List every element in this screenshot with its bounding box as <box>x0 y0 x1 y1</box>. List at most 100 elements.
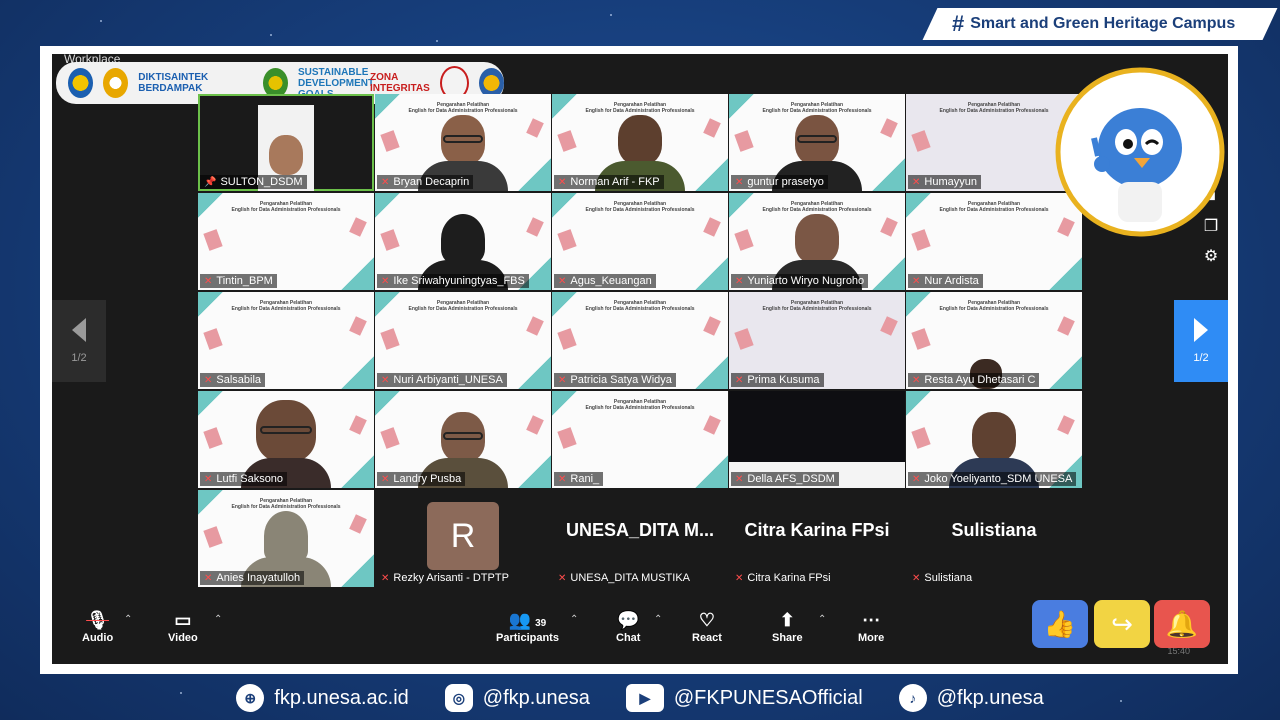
participant-tile-nuri[interactable]: Pengarahan Pelatihan English for Data Adm… <box>375 292 551 389</box>
slide-heading: Pengarahan Pelatihan English for Data Adm… <box>585 102 695 114</box>
participants-options-chevron-icon[interactable]: ⌃ <box>570 614 578 625</box>
participant-name: Rezky Arisanti - DTPTP <box>393 572 509 584</box>
pin-icon: 📌 <box>204 176 217 188</box>
mic-muted-icon: ✕ <box>735 572 744 584</box>
participants-count: 39 <box>535 618 547 629</box>
website-text: fkp.unesa.ac.id <box>274 686 409 709</box>
react-button[interactable]: ♡ React <box>692 608 722 644</box>
participant-tile-dita[interactable]: UNESA_DITA M... ✕ UNESA_DITA MUSTIKA <box>552 490 728 587</box>
page-indicator: 1/2 <box>1193 352 1209 364</box>
participant-name-label: ✕ Sulistiana <box>908 571 976 585</box>
share-options-chevron-icon[interactable]: ⌃ <box>818 614 826 625</box>
participant-tile-sulton[interactable]: 📌 SULTON_DSDM <box>198 94 374 191</box>
participant-name-label: ✕ Rezky Arisanti - DTPTP <box>377 571 513 585</box>
participant-display-name: UNESA_DITA M... <box>565 520 714 540</box>
slide-heading: Pengarahan Pelatihan English for Data Adm… <box>585 201 695 213</box>
participant-grid: 📌 SULTON_DSDM Pengarahan Pelatihan English… <box>198 94 1082 590</box>
instagram-icon: ◎ <box>444 684 473 712</box>
participant-tile-guntur[interactable]: Pengarahan Pelatihan English for Data Adm… <box>729 94 905 191</box>
participants-label: Participants <box>496 632 559 644</box>
participant-tile-della[interactable]: ✕ Della AFS_DSDM <box>729 391 905 488</box>
instagram-link[interactable]: ◎ @fkp.unesa <box>444 684 590 712</box>
mic-muted-icon: ✕ <box>204 374 213 386</box>
tiktok-text: @fkp.unesa <box>936 686 1044 709</box>
youtube-link[interactable]: ▶ @FKPUNESAOfficial <box>625 684 863 712</box>
video-label: Video <box>168 632 198 644</box>
participant-name-label: ✕ Prima Kusuma <box>731 373 824 387</box>
participant-name-label: ✕ guntur prasetyo <box>731 175 828 189</box>
chevron-right-icon <box>1194 318 1208 342</box>
participant-name-label: ✕ Ike Sriwahyuningtyas_FBS <box>377 274 529 288</box>
share-label: Share <box>772 632 803 644</box>
previous-page-button[interactable]: 1/2 <box>52 300 106 382</box>
participant-name-label: ✕ Patricia Satya Widya <box>554 373 676 387</box>
video-button[interactable]: ▭ Video <box>168 608 198 644</box>
mic-muted-icon: ✕ <box>912 275 921 287</box>
participant-name-label: ✕ Nuri Arbiyanti_UNESA <box>377 373 507 387</box>
slide-heading: Pengarahan Pelatihan English for Data Adm… <box>408 102 518 114</box>
next-page-button[interactable]: 1/2 <box>1174 300 1228 382</box>
mic-muted-icon: ✕ <box>558 275 567 287</box>
participant-name: Lutfi Saksono <box>216 473 284 485</box>
website-link[interactable]: ⊕ fkp.unesa.ac.id <box>236 684 409 712</box>
tiktok-icon: ♪ <box>898 684 927 712</box>
participant-tile-joko[interactable]: ✕ Joko Yoeliyanto_SDM UNESA <box>906 391 1082 488</box>
participant-tile-landry[interactable]: ✕ Landry Pusba <box>375 391 551 488</box>
participant-tile-anies[interactable]: Pengarahan Pelatihan English for Data Adm… <box>198 490 374 587</box>
participant-name-label: ✕ Norman Arif - FKP <box>554 175 664 189</box>
participant-tile-tintin[interactable]: Pengarahan Pelatihan English for Data Adm… <box>198 193 374 290</box>
audio-options-chevron-icon[interactable]: ⌃ <box>124 614 132 625</box>
slide-heading: Pengarahan Pelatihan English for Data Adm… <box>762 300 872 312</box>
participant-tile-bryan[interactable]: Pengarahan Pelatihan English for Data Adm… <box>375 94 551 191</box>
mic-muted-icon: ✕ <box>735 275 744 287</box>
participant-name: Landry Pusba <box>393 473 462 485</box>
participant-tile-lutfi[interactable]: ✕ Lutfi Saksono <box>198 391 374 488</box>
hashtag-symbol: # <box>952 11 965 36</box>
forward-arrow-icon: ↪ <box>1111 608 1133 639</box>
youtube-text: @FKPUNESAOfficial <box>673 686 863 709</box>
instagram-text: @fkp.unesa <box>482 686 590 709</box>
mic-muted-icon: 🎙 <box>86 610 110 630</box>
participant-name: Della AFS_DSDM <box>747 473 835 485</box>
participant-name: guntur prasetyo <box>747 176 824 188</box>
participant-tile-rezky[interactable]: R ✕ Rezky Arisanti - DTPTP <box>375 490 551 587</box>
forward-reaction-button[interactable]: ↪ <box>1094 600 1150 648</box>
participant-name-label: ✕ Nur Ardista <box>908 274 983 288</box>
chat-options-chevron-icon[interactable]: ⌃ <box>654 614 662 625</box>
tiktok-link[interactable]: ♪ @fkp.unesa <box>898 684 1044 712</box>
participant-tile-salsabila[interactable]: Pengarahan Pelatihan English for Data Adm… <box>198 292 374 389</box>
mic-muted-icon: ✕ <box>558 572 567 584</box>
participant-tile-sulistiana[interactable]: Sulistiana ✕ Sulistiana <box>906 490 1082 587</box>
participant-name-label: ✕ Humayyun <box>908 175 981 189</box>
participant-name: Agus_Keuangan <box>570 275 652 287</box>
thumbs-up-reaction-button[interactable]: 👍 <box>1032 600 1088 648</box>
mic-muted-icon: ✕ <box>912 473 921 485</box>
social-links-bar: ⊕ fkp.unesa.ac.id ◎ @fkp.unesa ▶ @FKPUNE… <box>0 676 1280 720</box>
participants-button[interactable]: 👥 39 Participants <box>496 608 559 644</box>
participant-tile-rani[interactable]: Pengarahan Pelatihan English for Data Adm… <box>552 391 728 488</box>
participant-name-label: ✕ Rani_ <box>554 472 604 486</box>
alarm-reaction-button[interactable]: 🔔 <box>1154 600 1210 648</box>
slide-heading: Pengarahan Pelatihan English for Data Adm… <box>231 498 341 510</box>
participant-tile-norman[interactable]: Pengarahan Pelatihan English for Data Adm… <box>552 94 728 191</box>
more-button[interactable]: ⋯ More <box>858 608 884 644</box>
participant-tile-yuniarto[interactable]: Pengarahan Pelatihan English for Data Adm… <box>729 193 905 290</box>
share-screen-icon: ⬆ <box>779 610 795 630</box>
share-button[interactable]: ⬆ Share <box>772 608 803 644</box>
gear-icon[interactable]: ⚙ <box>1204 246 1218 266</box>
mic-muted-icon: ✕ <box>912 176 921 188</box>
participant-tile-patricia[interactable]: Pengarahan Pelatihan English for Data Adm… <box>552 292 728 389</box>
participant-tile-prima[interactable]: Pengarahan Pelatihan English for Data Adm… <box>729 292 905 389</box>
audio-button[interactable]: 🎙 Audio <box>82 608 113 644</box>
participant-tile-resta[interactable]: Pengarahan Pelatihan English for Data Adm… <box>906 292 1082 389</box>
participant-name-label: ✕ Bryan Decaprin <box>377 175 474 189</box>
chevron-left-icon <box>72 318 86 342</box>
participant-name-label: ✕ Salsabila <box>200 373 266 387</box>
participant-tile-ike[interactable]: ✕ Ike Sriwahyuningtyas_FBS <box>375 193 551 290</box>
participant-name: Joko Yoeliyanto_SDM UNESA <box>924 473 1073 485</box>
chat-button[interactable]: 💬 Chat <box>616 608 640 644</box>
participant-tile-agus[interactable]: Pengarahan Pelatihan English for Data Adm… <box>552 193 728 290</box>
participants-icon: 👥 39 <box>508 610 547 630</box>
participant-tile-citra[interactable]: Citra Karina FPsi ✕ Citra Karina FPsi <box>729 490 905 587</box>
video-options-chevron-icon[interactable]: ⌃ <box>214 614 222 625</box>
